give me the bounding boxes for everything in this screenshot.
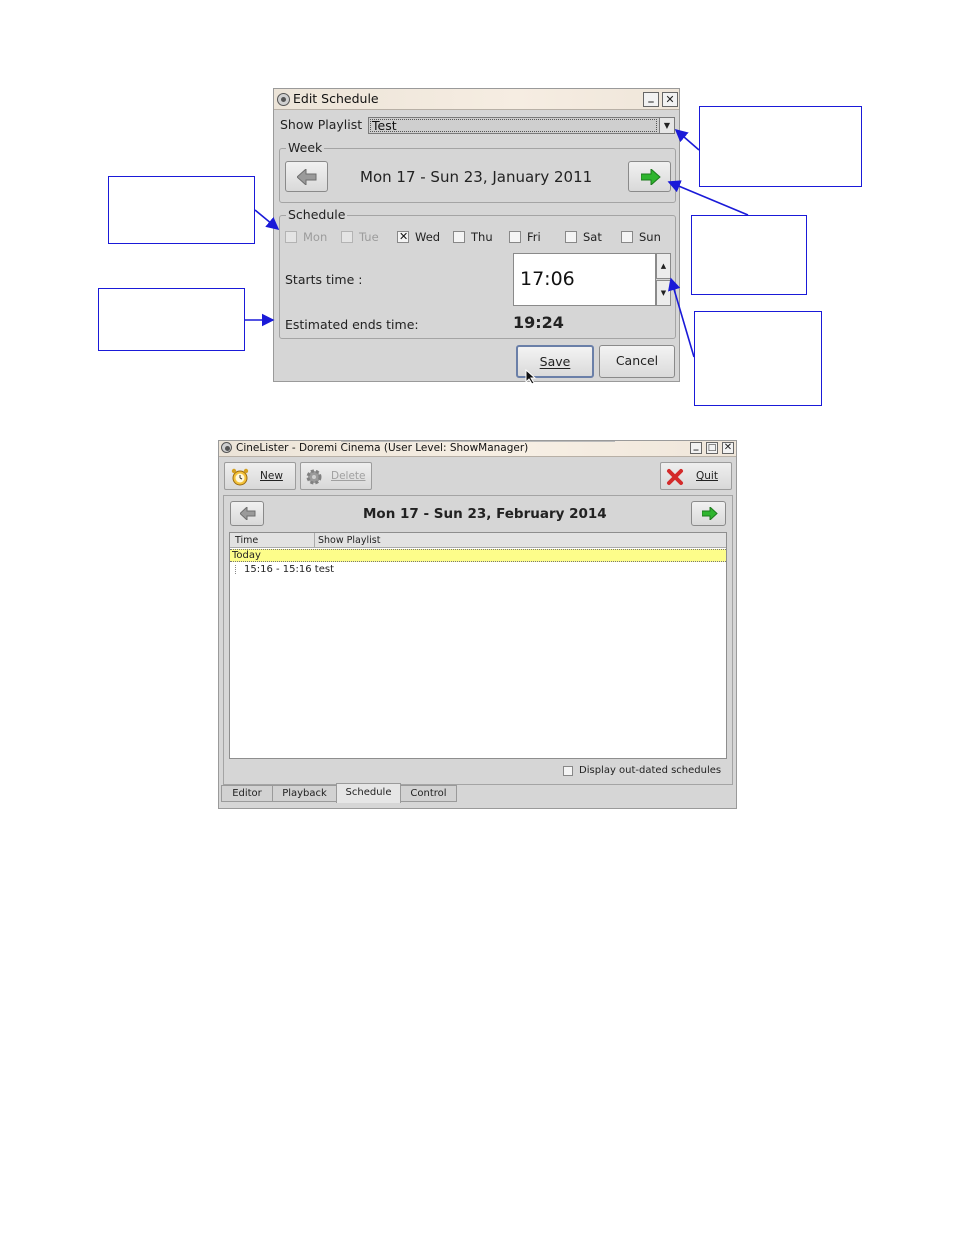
- arrow-to-playlist: [674, 128, 700, 151]
- tab-editor[interactable]: Editor: [221, 785, 273, 802]
- gear-icon: [306, 469, 322, 485]
- arrow-to-next-week: [667, 180, 749, 216]
- close-button[interactable]: ✕: [722, 442, 734, 454]
- tree-line: [235, 565, 236, 574]
- arrow-to-days: [254, 209, 280, 231]
- cinelister-window: CineLister - Doremi Cinema (User Level: …: [218, 440, 737, 809]
- alarm-clock-icon: [231, 468, 249, 486]
- annotation-arrows: [245, 128, 749, 358]
- tab-editor-label: Editor: [232, 788, 262, 799]
- red-x-icon: [667, 469, 683, 485]
- today-label: Today: [232, 550, 261, 561]
- display-outdated-label: Display out-dated schedules: [579, 765, 722, 776]
- arrow-left-icon: [240, 507, 256, 520]
- tab-schedule-label: Schedule: [345, 787, 392, 798]
- today-row[interactable]: Today: [230, 549, 726, 562]
- arrow-to-start-time: [668, 277, 695, 358]
- delete-button[interactable]: Delete: [300, 462, 372, 490]
- tab-playback-label: Playback: [282, 788, 327, 799]
- film-reel-icon: [221, 442, 232, 453]
- window-title-bar[interactable]: CineLister - Doremi Cinema (User Level: …: [219, 441, 736, 457]
- tab-control-label: Control: [410, 788, 447, 799]
- arrow-right-green-icon: [702, 507, 718, 520]
- schedule-list[interactable]: Time Show Playlist Today 15:16 - 15:16 t…: [229, 532, 727, 759]
- minimize-button[interactable]: _: [690, 441, 702, 454]
- display-outdated-checkbox[interactable]: [563, 766, 573, 776]
- week-range-text: Mon 17 - Sun 23, February 2014: [363, 506, 607, 522]
- next-week-button[interactable]: [691, 501, 726, 526]
- table-row[interactable]: 15:16 - 15:16 test: [230, 563, 726, 577]
- column-header-time[interactable]: Time: [235, 535, 258, 546]
- column-header-show-playlist[interactable]: Show Playlist: [318, 535, 380, 546]
- list-header: Time Show Playlist: [230, 533, 726, 548]
- schedule-panel: Mon 17 - Sun 23, February 2014 Time Show…: [223, 495, 733, 785]
- tab-control[interactable]: Control: [400, 785, 457, 802]
- title-bar-overlay: [341, 441, 615, 444]
- column-divider[interactable]: [314, 533, 315, 548]
- schedule-row-text: 15:16 - 15:16 test: [244, 564, 334, 575]
- quit-button-label: Quit: [696, 470, 718, 482]
- delete-button-label: Delete: [331, 470, 366, 482]
- tab-schedule[interactable]: Schedule: [336, 783, 401, 803]
- maximize-button[interactable]: □: [706, 442, 718, 454]
- quit-button[interactable]: Quit: [660, 462, 732, 490]
- new-button-label: New: [260, 470, 283, 482]
- new-button[interactable]: New: [224, 462, 296, 490]
- prev-week-button[interactable]: [230, 501, 264, 526]
- tab-playback[interactable]: Playback: [272, 785, 337, 802]
